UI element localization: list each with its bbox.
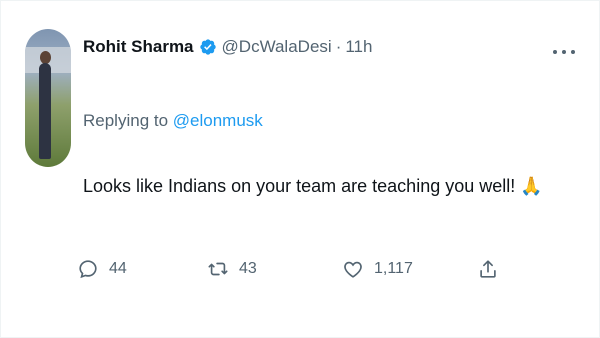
like-button[interactable]: 1,117 <box>342 258 413 280</box>
tweet-text: Looks like Indians on your team are teac… <box>83 176 543 197</box>
reply-button[interactable]: 44 <box>77 258 127 280</box>
tweet-timestamp[interactable]: 11h <box>345 37 372 57</box>
share-button[interactable] <box>477 258 499 280</box>
share-icon <box>480 260 496 278</box>
tweet[interactable]: Rohit Sharma @DcWalaDesi · 11h Replying … <box>25 25 585 325</box>
tweet-actions: 44 43 1,117 <box>77 258 517 288</box>
header-separator: · <box>335 37 342 56</box>
avatar-person-body <box>39 63 51 159</box>
more-dots-icon[interactable] <box>553 47 575 57</box>
tweet-frame: Rohit Sharma @DcWalaDesi · 11h Replying … <box>0 0 600 338</box>
reply-bubble-icon <box>79 260 97 279</box>
like-count: 1,117 <box>374 260 413 277</box>
avatar[interactable] <box>25 29 71 167</box>
tweet-text-content: Looks like Indians on your team are teac… <box>83 176 516 196</box>
reply-count: 44 <box>109 260 127 277</box>
verified-badge-icon <box>199 38 217 56</box>
author-handle[interactable]: @DcWalaDesi <box>222 37 332 57</box>
replying-to-prefix: Replying to <box>83 111 173 130</box>
folded-hands-emoji: 🙏 <box>520 176 543 197</box>
replying-to-line: Replying to @elonmusk <box>83 111 263 131</box>
retweet-icon <box>208 262 228 276</box>
author-name[interactable]: Rohit Sharma <box>83 37 194 57</box>
heart-icon <box>344 261 362 278</box>
retweet-count: 43 <box>239 260 257 277</box>
replying-to-mention[interactable]: @elonmusk <box>173 111 263 130</box>
tweet-header: Rohit Sharma @DcWalaDesi · 11h <box>83 37 372 57</box>
retweet-button[interactable]: 43 <box>207 258 257 280</box>
